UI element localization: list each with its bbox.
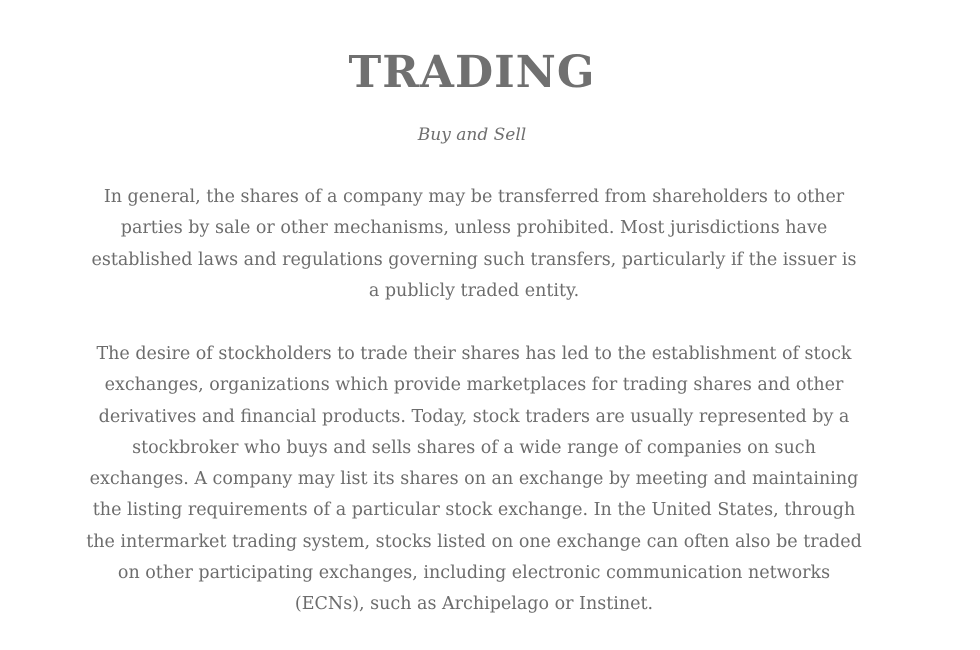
trading-section: TRADING Buy and Sell In general, the sha… bbox=[0, 0, 980, 650]
paragraph-shares-transfer: In general, the shares of a company may … bbox=[91, 187, 857, 301]
paragraph-stock-exchanges: The desire of stockholders to trade thei… bbox=[86, 344, 862, 615]
section-subtitle: Buy and Sell bbox=[417, 125, 527, 145]
section-title: TRADING bbox=[348, 47, 596, 98]
